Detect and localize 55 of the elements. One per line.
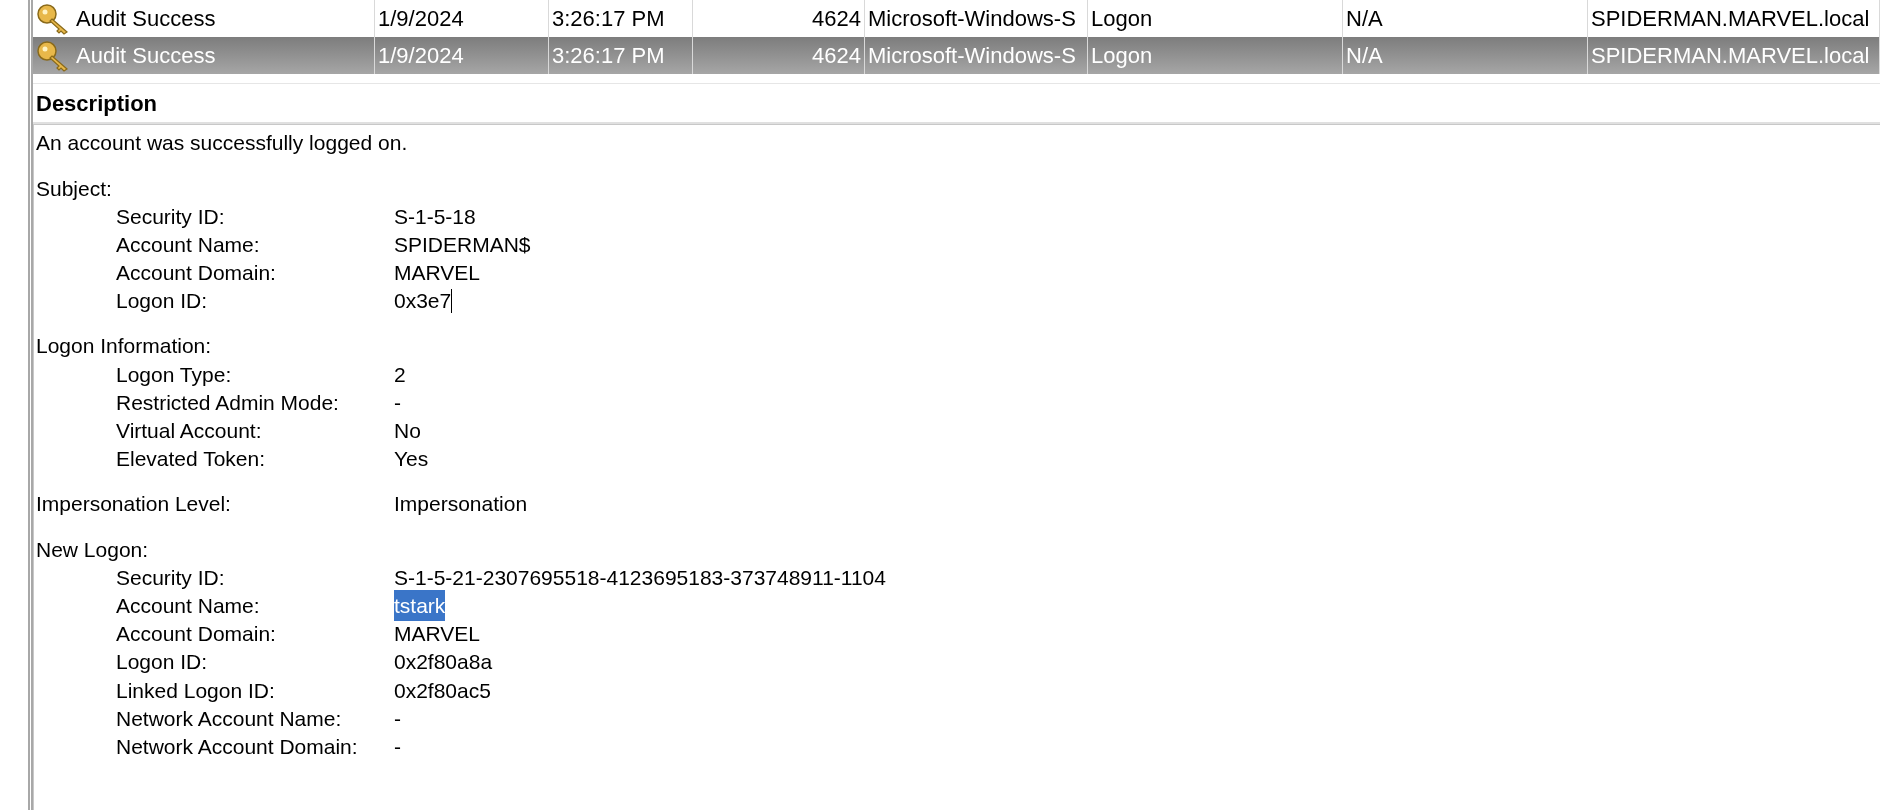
field-value: MARVEL [394, 621, 480, 648]
field-value: MARVEL [394, 260, 480, 287]
table-cell-text: 3:26:17 PM [552, 5, 665, 33]
table-cell-text: Logon [1091, 42, 1153, 70]
field-label: Linked Logon ID: [116, 677, 276, 704]
table-cell-text: 1/9/2024 [378, 5, 464, 33]
field-label: Virtual Account: [116, 418, 263, 445]
table-cell-text: Microsoft-Windows-S [868, 5, 1076, 33]
table-cell-text: N/A [1346, 5, 1383, 33]
field-label: Logon ID: [116, 649, 209, 676]
field-value: S-1-5-18 [394, 203, 476, 230]
field-label: Logon ID: [116, 288, 209, 315]
key-icon [36, 39, 70, 72]
table-cell-text: N/A [1346, 42, 1383, 70]
field-label: Account Name: [116, 231, 261, 258]
field-value: Yes [394, 446, 429, 473]
field-value: - [394, 389, 401, 416]
field-value: tstark [394, 589, 446, 622]
field-label: Network Account Name: [116, 705, 343, 732]
field-label: Network Account Domain: [116, 733, 359, 760]
table-cell-text: 3:26:17 PM [552, 42, 665, 70]
description-text: An account was successfully logged on. [36, 130, 408, 157]
field-value: 0x3e7 [394, 288, 452, 315]
table-cell-text: Audit Success [76, 5, 216, 33]
table-cell-text: SPIDERMAN.MARVEL.local [1591, 42, 1870, 70]
field-value: 0x2f80a8a [394, 649, 493, 676]
table-cell-text: Audit Success [76, 42, 216, 70]
description-title: Description [36, 89, 158, 118]
field-value: 0x2f80ac5 [394, 677, 491, 704]
table-cell-text: 1/9/2024 [378, 42, 464, 70]
table-cell-text: Logon [1091, 5, 1153, 33]
field-label: Account Domain: [116, 621, 277, 648]
field-value: - [394, 733, 401, 760]
field-value: No [394, 418, 421, 445]
table-cell-text: 4624 [812, 5, 861, 33]
field-value: Impersonation [394, 491, 528, 518]
table-cell-text: 4624 [812, 42, 861, 70]
field-value: 2 [394, 361, 406, 388]
field-label: Restricted Admin Mode: [116, 389, 340, 416]
field-label: Elevated Token: [116, 446, 267, 473]
section-heading: New Logon: [36, 536, 149, 563]
field-label: Security ID: [116, 203, 226, 230]
field-label: Security ID: [116, 564, 226, 591]
field-label: Logon Type: [116, 361, 233, 388]
field-label: Impersonation Level: [36, 491, 232, 518]
field-value: - [394, 705, 401, 732]
section-heading: Logon Information: [36, 333, 212, 360]
key-icon [36, 2, 70, 35]
field-value: S-1-5-21-2307695518-4123695183-373748911-1104 [394, 564, 886, 591]
field-label: Account Name: [116, 592, 261, 619]
field-label: Account Domain: [116, 260, 277, 287]
table-cell-text: Microsoft-Windows-S [868, 42, 1076, 70]
table-cell-text: SPIDERMAN.MARVEL.local [1591, 5, 1870, 33]
field-value: SPIDERMAN$ [394, 231, 531, 258]
section-heading: Subject: [36, 175, 112, 202]
